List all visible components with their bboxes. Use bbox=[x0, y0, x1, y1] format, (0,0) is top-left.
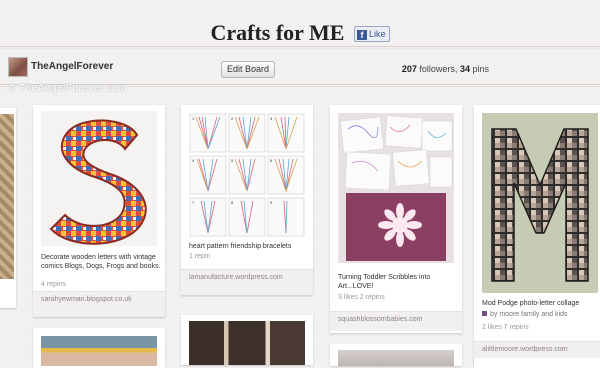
avatar[interactable] bbox=[8, 57, 28, 77]
pin-image[interactable] bbox=[41, 336, 157, 366]
pin-image[interactable] bbox=[189, 321, 305, 365]
pin-card[interactable] bbox=[181, 315, 313, 365]
watermark: © TheAngelForever.com bbox=[8, 83, 127, 94]
pin-source[interactable]: sarahyewman.blogspot.co.uk bbox=[33, 291, 165, 317]
pin-card[interactable]: Turning Toddler Scribbles into Art...LOV… bbox=[330, 105, 462, 333]
owner-name[interactable]: TheAngelForever bbox=[31, 61, 113, 72]
board-title: Crafts for ME bbox=[210, 19, 345, 45]
followers-label: followers, bbox=[419, 64, 458, 74]
pin-card[interactable] bbox=[474, 358, 600, 368]
pin-source[interactable]: lamanufacture.wordpress.com bbox=[181, 269, 313, 295]
pin-description: Mod Podge photo-letter collage bbox=[482, 300, 580, 307]
pins-label: pins bbox=[472, 64, 489, 74]
pin-image[interactable] bbox=[338, 350, 454, 366]
board-header: Crafts for ME f Like bbox=[0, 18, 600, 46]
pin-byline: by moore family and kids bbox=[482, 311, 567, 318]
board-stats: 207 followers, 34 pins bbox=[402, 64, 489, 74]
facebook-like-button[interactable]: f Like bbox=[353, 25, 390, 42]
pin-image[interactable] bbox=[41, 111, 157, 246]
pin-byline-text[interactable]: by moore family and kids bbox=[490, 311, 567, 318]
pin-description: Decorate wooden letters with vintage com… bbox=[41, 254, 161, 270]
followers-count[interactable]: 207 bbox=[402, 64, 417, 74]
pin-description: Turning Toddler Scribbles into Art...LOV… bbox=[338, 274, 431, 290]
pin-source[interactable]: squashblossombabies.com bbox=[330, 311, 462, 331]
user-avatar-icon bbox=[482, 311, 487, 316]
pin-image[interactable] bbox=[338, 113, 454, 263]
pin-image[interactable] bbox=[482, 113, 598, 293]
pin-card[interactable]: 123 456 789 heart pattern friendship bra… bbox=[181, 105, 313, 295]
pin-stats: 4 repins bbox=[41, 281, 66, 288]
comic-letter-s-image bbox=[49, 119, 147, 245]
pin-stats: 3 likes 2 repins bbox=[338, 294, 385, 301]
pin-card[interactable] bbox=[33, 328, 165, 368]
edit-board-button[interactable]: Edit Board bbox=[221, 61, 275, 78]
toddler-art-image bbox=[338, 113, 454, 263]
pins-count: 34 bbox=[459, 64, 470, 74]
pin-image[interactable]: 123 456 789 bbox=[189, 113, 305, 238]
pin-stats: 2 likes 7 repins bbox=[482, 324, 529, 331]
facebook-icon: f bbox=[356, 29, 367, 40]
pin-card[interactable]: Mod Podge photo-letter collage by moore … bbox=[474, 105, 600, 363]
pin-stats: 1 repin bbox=[189, 253, 211, 260]
like-label: Like bbox=[368, 28, 386, 39]
photo-letter-m-image bbox=[482, 113, 598, 293]
bracelet-steps-image: 123 456 789 bbox=[189, 113, 305, 237]
header-divider bbox=[0, 48, 600, 49]
pin-description: heart pattern friendship bracelets bbox=[189, 243, 292, 250]
header-divider bbox=[0, 46, 600, 47]
pin-image[interactable] bbox=[0, 114, 14, 279]
pin-card[interactable]: Decorate wooden letters with vintage com… bbox=[33, 105, 165, 317]
pin-card[interactable] bbox=[0, 108, 16, 308]
